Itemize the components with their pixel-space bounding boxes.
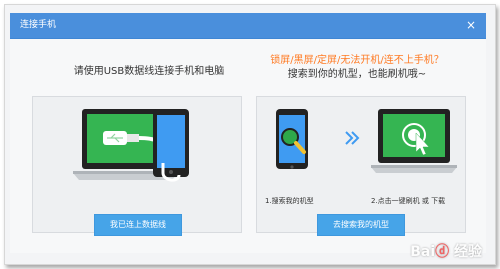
laptop-click-icon <box>371 109 457 173</box>
phone-screen <box>157 115 185 168</box>
dialog-titlebar: 连接手机 × <box>10 13 486 39</box>
close-icon[interactable]: × <box>466 18 476 32</box>
usb-connect-panel: 我已连上数据线 <box>32 96 242 236</box>
warning-heading: 锁屏/黑屏/定屏/无法开机/连不上手机？ <box>270 55 444 66</box>
double-chevron-right-icon <box>345 131 360 145</box>
step1-caption: 1.搜索我的机型 <box>265 197 314 205</box>
right-subheading: 搜索到你的机型，也能刷机哦~ <box>287 69 427 80</box>
dialog-title: 连接手机 <box>20 20 57 30</box>
connected-cable-button[interactable]: 我已连上数据线 <box>94 214 182 236</box>
step2-caption: 2.点击一键刷机 或 下载 <box>371 197 446 205</box>
phone-search-icon <box>276 109 308 169</box>
dialog-content: 请使用USB数据线连接手机和电脑 锁屏/黑屏/定屏/无法开机/连不上手机？ 搜索… <box>10 39 486 253</box>
laptop-usb-phone-icon <box>73 109 189 182</box>
left-heading: 请使用USB数据线连接手机和电脑 <box>73 66 225 77</box>
search-model-button[interactable]: 去搜索我的机型 <box>317 214 405 236</box>
baidu-watermark: Baiⓓ 经验 <box>410 244 482 260</box>
search-model-panel: 1.搜索我的机型 2.点击一键刷机 或 下载 去搜索我的机型 <box>256 96 466 236</box>
